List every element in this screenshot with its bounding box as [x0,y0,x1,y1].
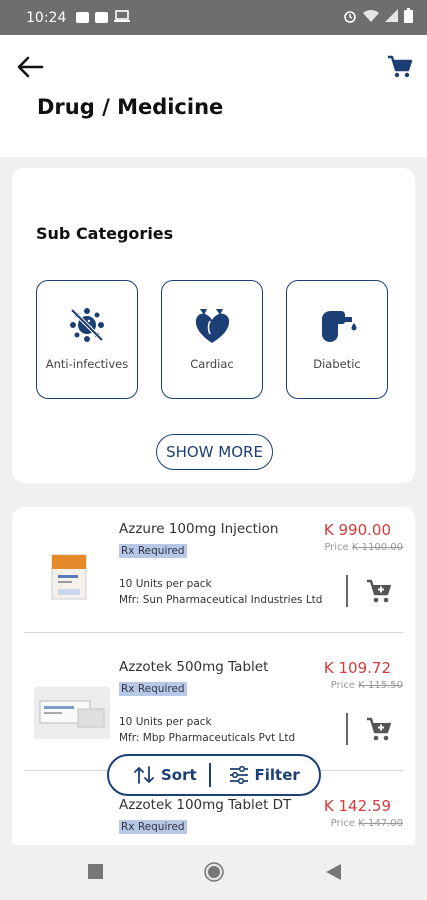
cart-icon[interactable] [387,55,413,79]
product-price: K 109.72 [323,659,391,677]
divider [346,575,348,607]
sort-label: Sort [161,766,197,784]
filter-label: Filter [254,766,300,784]
back-arrow-icon[interactable] [16,55,44,79]
mrp-value: K 1100.00 [351,542,403,553]
filter-icon [229,766,248,784]
product-name: Azzure 100mg Injection [119,521,279,537]
list-divider [24,632,403,633]
recents-icon[interactable] [88,864,103,883]
add-to-cart-icon[interactable] [366,717,394,743]
product-name: Azzotek 100mg Tablet DT [119,797,292,813]
category-label: Anti-infectives [45,357,129,371]
mrp-label: Price [330,818,356,829]
product-item[interactable]: Azzure 100mg Injection Rx Required K 990… [12,507,415,645]
battery-icon [404,8,413,27]
show-more-button[interactable]: SHOW MORE [156,434,273,470]
back-icon[interactable] [326,864,341,884]
product-list: Azzure 100mg Injection Rx Required K 990… [12,507,415,852]
sort-filter-bar: Sort Filter [107,754,321,796]
product-mrp: Price K 1100.00 [324,542,403,553]
status-time: 10:24 [26,9,67,26]
image-icon [95,12,109,23]
subcategories-card: Sub Categories Anti-infectives Cardiac D… [12,168,415,483]
page-title: Drug / Medicine [37,95,224,119]
category-label: Diabetic [313,357,361,371]
glucose-meter-icon [287,305,387,345]
product-image [50,553,88,605]
product-image [34,687,110,743]
mrp-value: K 147.00 [358,818,403,829]
rx-required-badge: Rx Required [119,820,187,834]
image-icon [76,12,90,23]
product-manufacturer: Mfr: Mbp Pharmaceuticals Pvt Ltd [119,732,296,744]
signal-icon [385,9,398,26]
sort-button[interactable]: Sort [109,756,209,794]
laptop-icon [114,9,131,26]
product-units: 10 Units per pack [119,716,212,728]
add-to-cart-icon[interactable] [366,579,394,605]
mrp-label: Price [330,680,356,691]
mrp-value: K 115.50 [358,680,403,691]
divider [346,713,348,745]
home-icon[interactable] [204,862,224,886]
wifi-icon [363,9,379,26]
status-bar: 10:24 [0,0,427,35]
app-header: Drug / Medicine [0,35,427,157]
filter-button[interactable]: Filter [211,756,300,794]
product-price: K 990.00 [323,521,391,539]
category-anti-infectives[interactable]: Anti-infectives [36,280,138,399]
alarm-icon [343,9,357,27]
rx-required-badge: Rx Required [119,544,187,558]
product-manufacturer: Mfr: Sun Pharmaceutical Industries Ltd [119,594,323,606]
heart-icon [162,305,262,345]
product-units: 10 Units per pack [119,578,212,590]
category-cardiac[interactable]: Cardiac [161,280,263,399]
sort-icon [134,766,154,784]
category-label: Cardiac [190,357,234,371]
product-price: K 142.59 [323,797,391,815]
mrp-label: Price [324,542,349,553]
category-diabetic[interactable]: Diabetic [286,280,388,399]
rx-required-badge: Rx Required [119,682,187,696]
product-mrp: Price K 147.00 [331,818,403,829]
system-nav-bar [0,845,427,900]
virus-icon [37,305,137,345]
product-name: Azzotek 500mg Tablet [119,659,269,675]
product-mrp: Price K 115.50 [331,680,403,691]
subcategories-title: Sub Categories [36,224,174,243]
